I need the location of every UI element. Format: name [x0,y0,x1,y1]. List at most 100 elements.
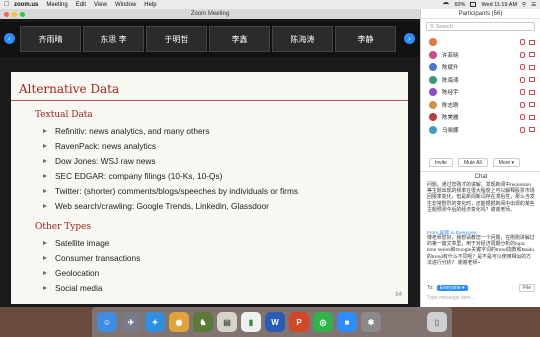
video-off-icon[interactable] [529,52,535,58]
menu-edit[interactable]: Edit [76,2,86,8]
participant-name: 许菲晓 [442,52,459,59]
more-button[interactable]: More ▾ [492,158,521,167]
muted-mic-icon[interactable] [520,76,525,83]
search-placeholder: Search [435,24,453,30]
video-off-icon[interactable] [529,127,535,133]
muted-mic-icon[interactable] [520,64,525,71]
bullet-item: Geolocation [43,268,99,278]
mute-all-button[interactable]: Mute All [457,158,488,167]
mac-menubar:  zoom.us Meeting Edit View Window Help … [0,0,540,9]
tile-name: 齐雨晴 [38,34,63,44]
chat-input[interactable]: Type message here... [427,295,475,301]
participant-row[interactable] [421,36,540,49]
menu-meeting[interactable]: Meeting [46,2,67,8]
avatar [429,100,437,109]
participant-row[interactable]: 马晓娜 [421,124,540,137]
muted-mic-icon[interactable] [520,114,525,121]
video-off-icon[interactable] [529,102,535,108]
close-icon[interactable] [4,11,9,17]
participant-name: 陈志刚 [442,102,459,109]
triangle-bullet-icon [43,174,47,178]
participant-row[interactable]: 许菲晓 [421,49,540,62]
muted-mic-icon[interactable] [520,126,525,133]
zoom-icon[interactable]: ■ [337,312,357,332]
video-tile[interactable]: 李静 [335,26,396,52]
recipient-select[interactable]: Everyone ▾ [436,285,468,291]
muted-mic-icon[interactable] [520,39,525,46]
game-icon[interactable]: ♞ [193,312,213,332]
search-icon[interactable]: ⚲ [522,2,526,8]
triangle-bullet-icon [43,189,47,193]
participant-name: 陈经宇 [442,90,459,97]
bullet-text: RavenPack: news analytics [55,141,156,151]
wifi-icon[interactable] [443,2,450,7]
participant-row[interactable]: 陈志刚 [421,99,540,112]
muted-mic-icon[interactable] [520,51,525,58]
triangle-bullet-icon [43,271,47,275]
bullet-item: Satellite image [43,238,109,248]
video-off-icon[interactable] [529,64,535,70]
chat-panel: Chat 问题。通过您刚才的讲解，发现新闻中recession等主题出现的频率在… [421,171,540,307]
triangle-bullet-icon [43,286,47,290]
gallery-strip: ‹ 齐雨晴 东思 李 于明哲 李鑫 陈海涛 李静 › [0,22,420,57]
charts-icon[interactable]: ▮ [241,312,261,332]
menu-view[interactable]: View [94,2,107,8]
video-tile[interactable]: 李鑫 [209,26,270,52]
invite-button[interactable]: Invite [429,158,453,167]
bullet-item: Web search/crawling: Google Trends, Link… [43,201,269,211]
video-tile[interactable]: 齐雨晴 [20,26,81,52]
chrome-icon[interactable]: ◉ [169,312,189,332]
bullet-text: Dow Jones: WSJ raw news [55,156,156,166]
battery-icon[interactable] [470,2,477,7]
chat-title: Chat [474,174,488,180]
chat-sender: From 吴毓 to Everyone: [427,231,478,236]
chat-message: 问题。通过您刚才的讲解，发现新闻中recession等主题出现的频率在很大程度上… [427,183,535,213]
safari-icon[interactable]: ✦ [145,312,165,332]
participants-search-input[interactable]: ⚲ Search [426,22,535,31]
word-icon[interactable]: W [265,312,285,332]
notes-icon[interactable]: ▤ [217,312,237,332]
wechat-icon[interactable]: ◎ [313,312,333,332]
window-controls [4,11,25,17]
video-tile[interactable]: 陈海涛 [272,26,333,52]
triangle-bullet-icon [43,256,47,260]
maximize-icon[interactable] [20,11,25,17]
clock[interactable]: Wed 11:19 AM [481,2,517,8]
bullet-item: RavenPack: news analytics [43,141,156,151]
video-off-icon[interactable] [529,114,535,120]
trash-icon[interactable]: ▯ [427,312,447,332]
tile-name: 李静 [357,34,374,44]
finder-icon[interactable]: ☺ [97,312,117,332]
chat-message: 傅老师您好，我想请教您一个问题，在刚刚讲解过的第一篇文章里，用于对经济周期分析的… [427,236,535,266]
prev-page-button[interactable]: ‹ [4,33,15,44]
video-tile[interactable]: 东思 李 [83,26,144,52]
powerpoint-icon[interactable]: P [289,312,309,332]
bullet-text: Consumer transactions [55,253,141,263]
menu-help[interactable]: Help [144,2,156,8]
mac-dock: ☺ ✈ ✦ ◉ ♞ ▤ ▮ W P ◎ ■ ✱ ▯ [92,307,452,337]
video-tile[interactable]: 于明哲 [146,26,207,52]
video-off-icon[interactable] [529,77,535,83]
muted-mic-icon[interactable] [520,89,525,96]
bullet-item: Dow Jones: WSJ raw news [43,156,156,166]
participant-row[interactable]: 陈经宇 [421,86,540,99]
menu-app[interactable]: zoom.us [14,2,38,8]
photos-icon[interactable]: ✱ [361,312,381,332]
bullet-item: Consumer transactions [43,253,140,263]
menu-window[interactable]: Window [115,2,136,8]
launchpad-icon[interactable]: ✈ [121,312,141,332]
participant-row[interactable]: 陈斌升 [421,61,540,74]
file-button[interactable]: File [518,284,535,292]
bullet-item: Social media [43,283,103,293]
avatar [429,38,437,47]
participant-row[interactable]: 陈海涛 [421,74,540,87]
participant-row[interactable]: 陈美麗 [421,111,540,124]
apple-icon[interactable]:  [4,1,14,8]
avatar [429,88,437,97]
control-center-icon[interactable]: ☰ [531,2,536,8]
minimize-icon[interactable] [12,11,17,17]
muted-mic-icon[interactable] [520,101,525,108]
video-off-icon[interactable] [529,39,535,45]
video-off-icon[interactable] [529,89,535,95]
next-page-button[interactable]: › [404,33,415,44]
